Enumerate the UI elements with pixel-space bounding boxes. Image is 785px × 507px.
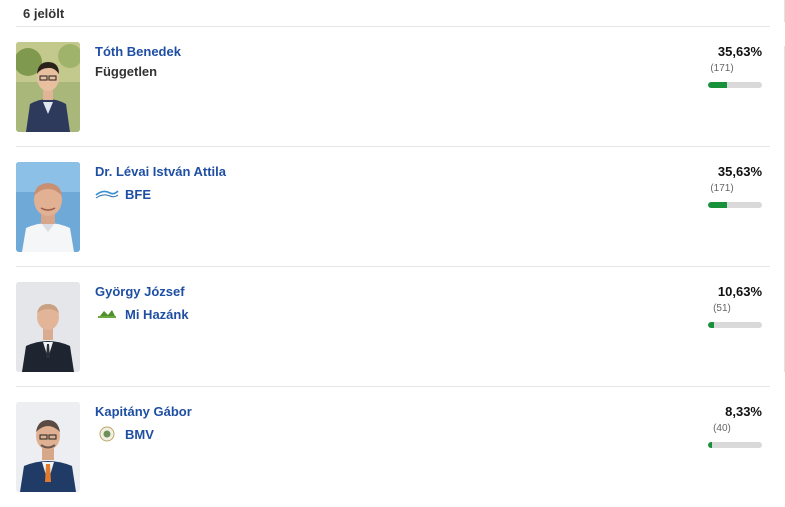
candidate-party: Független: [95, 64, 157, 79]
vote-share-bar: [708, 322, 762, 328]
vote-share-fill: [708, 82, 728, 88]
party-name[interactable]: BFE: [125, 187, 151, 202]
vote-percentage: 10,63%: [717, 284, 762, 299]
vote-percentage: 8,33%: [725, 404, 762, 419]
candidate-party[interactable]: BMV: [95, 424, 154, 444]
candidate-count: 6 jelölt: [23, 6, 65, 21]
vote-percentage: 35,63%: [717, 44, 762, 59]
candidate-card[interactable]: Dr. Lévai István Attila BFE 35,63% (171): [16, 147, 770, 267]
candidate-name[interactable]: Kapitány Gábor: [95, 404, 192, 419]
candidate-card[interactable]: György József Mi Hazánk 10,63% (51): [16, 267, 770, 387]
vote-count: (40): [713, 423, 731, 434]
vote-count: (171): [710, 63, 734, 74]
candidate-party[interactable]: Mi Hazánk: [95, 304, 189, 324]
candidate-name[interactable]: György József: [95, 284, 185, 299]
vote-share-bar: [708, 82, 762, 88]
candidate-card[interactable]: Kapitány Gábor BMV 8,33% (40): [16, 387, 770, 507]
vote-share-bar: [708, 442, 762, 448]
candidate-name[interactable]: Tóth Benedek: [95, 44, 181, 59]
bfe-logo-icon: [95, 184, 119, 204]
candidate-photo[interactable]: [16, 402, 80, 492]
candidate-card[interactable]: Tóth Benedek Független 35,63% (171): [16, 27, 770, 147]
candidate-photo[interactable]: [16, 42, 80, 132]
candidate-party[interactable]: BFE: [95, 184, 151, 204]
candidate-results-panel: 6 jelölt Tóth Benedek Független 35,63% (…: [0, 0, 770, 500]
party-name[interactable]: Mi Hazánk: [125, 307, 189, 322]
party-name: Független: [95, 64, 158, 79]
vote-share-fill: [708, 442, 713, 448]
candidate-name[interactable]: Dr. Lévai István Attila: [95, 164, 226, 179]
candidate-photo[interactable]: [16, 282, 80, 372]
vote-count: (171): [710, 183, 734, 194]
party-name[interactable]: BMV: [125, 427, 154, 442]
vote-percentage: 35,63%: [717, 164, 762, 179]
vote-share-fill: [708, 202, 728, 208]
mi-hazank-logo-icon: [95, 304, 119, 324]
vote-share-fill: [708, 322, 714, 328]
vote-count: (51): [713, 303, 731, 314]
bmv-logo-icon: [95, 424, 119, 444]
vote-share-bar: [708, 202, 762, 208]
candidate-photo[interactable]: [16, 162, 80, 252]
